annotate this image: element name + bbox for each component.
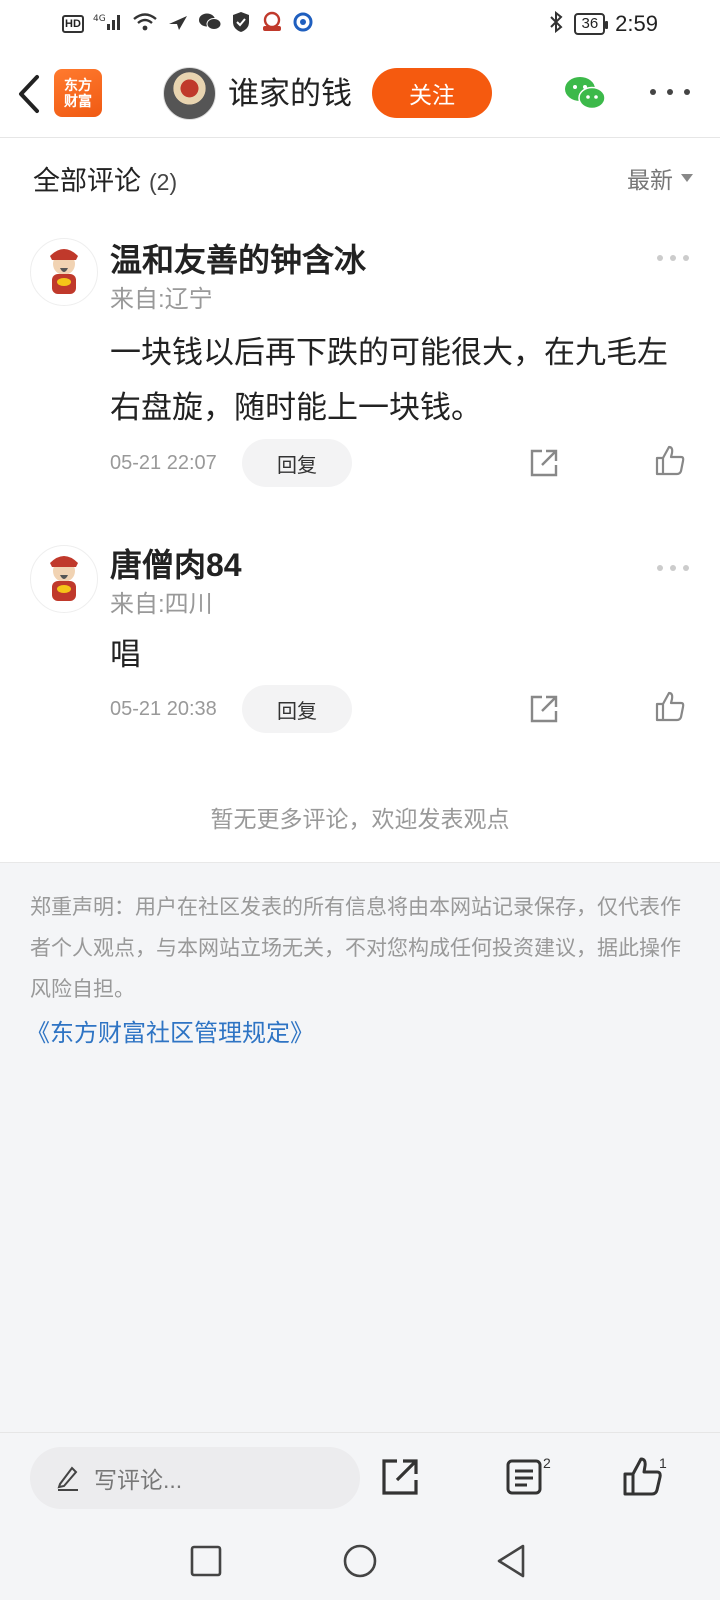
- wechat-notif-icon: [198, 12, 222, 36]
- no-more-comments-text: 暂无更多评论，欢迎发表观点: [210, 806, 510, 832]
- status-bar: HD 4G 36 2:59: [0, 0, 720, 48]
- comment-input[interactable]: 写评论...: [30, 1447, 360, 1509]
- bottom-action-bar: 写评论... 2 1: [0, 1432, 720, 1522]
- commenter-location: 来自:四川: [110, 591, 213, 618]
- status-time: 2:59: [615, 11, 658, 36]
- comments-count: (2): [149, 168, 178, 195]
- home-button[interactable]: [341, 1542, 379, 1580]
- comment-more-icon[interactable]: [657, 563, 689, 573]
- nav-bar: 东方 财富 谁家的钱 关注: [0, 50, 720, 138]
- like-icon[interactable]: [653, 444, 687, 478]
- author-avatar[interactable]: [163, 67, 216, 120]
- comment-time: 05-21 20:38: [110, 698, 217, 720]
- comment-text: 唱: [110, 637, 141, 672]
- like-icon[interactable]: [653, 690, 687, 724]
- app-logo[interactable]: 东方 财富: [54, 69, 102, 117]
- comment-count-badge: 2: [543, 1455, 551, 1471]
- square-icon: [190, 1545, 222, 1577]
- back-button[interactable]: [14, 72, 44, 116]
- comments-title-group: 全部评论 (2): [33, 159, 177, 198]
- follow-button[interactable]: 关注: [372, 68, 492, 118]
- status-icons-right: 36 2:59: [548, 10, 658, 37]
- sort-dropdown[interactable]: 最新: [627, 161, 693, 195]
- commenter-name[interactable]: 唐僧肉84: [110, 543, 242, 587]
- comment-text: 一块钱以后再下跌的可能很大，在九毛左右盘旋，随时能上一块钱。: [110, 335, 668, 425]
- app-notif-icon: [260, 11, 284, 37]
- pencil-icon: [57, 1466, 78, 1491]
- svg-text:4G: 4G: [93, 14, 106, 24]
- comment-more-icon[interactable]: [657, 253, 689, 263]
- disclaimer-text: 郑重声明：用户在社区发表的所有信息将由本网站记录保存，仅代表作者个人观点，与本网…: [30, 896, 681, 1001]
- recent-apps-button[interactable]: [187, 1542, 225, 1580]
- like-icon[interactable]: [620, 1455, 664, 1499]
- commenter-avatar[interactable]: [30, 545, 98, 613]
- comments-title: 全部评论: [33, 165, 141, 196]
- comment-input-placeholder: 写评论...: [94, 1467, 183, 1493]
- 4g-signal-icon: 4G: [93, 12, 123, 36]
- chevron-left-icon: [19, 75, 39, 113]
- app-logo-text: 东方 财富: [64, 77, 92, 109]
- commenter-avatar[interactable]: [30, 238, 98, 306]
- battery-icon: 36: [574, 13, 608, 35]
- hd-icon: HD: [62, 15, 84, 33]
- circle-icon: [343, 1544, 377, 1578]
- status-icons-left: HD 4G: [62, 11, 313, 37]
- share-icon[interactable]: [528, 447, 560, 479]
- comment-time: 05-21 22:07: [110, 452, 217, 474]
- page-title[interactable]: 谁家的钱: [228, 72, 352, 116]
- reply-button[interactable]: 回复: [242, 685, 352, 733]
- caret-down-icon: [681, 174, 693, 182]
- disclaimer-section: 郑重声明：用户在社区发表的所有信息将由本网站记录保存，仅代表作者个人观点，与本网…: [0, 862, 720, 1432]
- wifi-icon: [132, 12, 158, 36]
- reply-button[interactable]: 回复: [242, 439, 352, 487]
- shield-icon: [231, 11, 251, 37]
- commenter-name[interactable]: 温和友善的钟含冰: [110, 238, 366, 282]
- system-navigation-bar: [0, 1522, 720, 1600]
- community-rules-link[interactable]: 《东方财富社区管理规定》: [26, 1012, 690, 1056]
- share-icon[interactable]: [378, 1455, 422, 1499]
- like-count-badge: 1: [659, 1455, 667, 1471]
- comments-icon[interactable]: [502, 1455, 546, 1499]
- triangle-back-icon: [497, 1544, 525, 1578]
- more-options-icon[interactable]: [650, 85, 690, 99]
- system-back-button[interactable]: [493, 1542, 531, 1580]
- browser-notif-icon: [293, 12, 313, 36]
- bluetooth-icon: [548, 10, 564, 37]
- share-icon[interactable]: [528, 693, 560, 725]
- comments-header: 全部评论 (2) 最新: [33, 150, 693, 206]
- sort-label: 最新: [627, 167, 673, 193]
- wechat-share-icon[interactable]: [563, 74, 607, 114]
- plane-send-icon: [167, 12, 189, 36]
- commenter-location: 来自:辽宁: [110, 286, 213, 313]
